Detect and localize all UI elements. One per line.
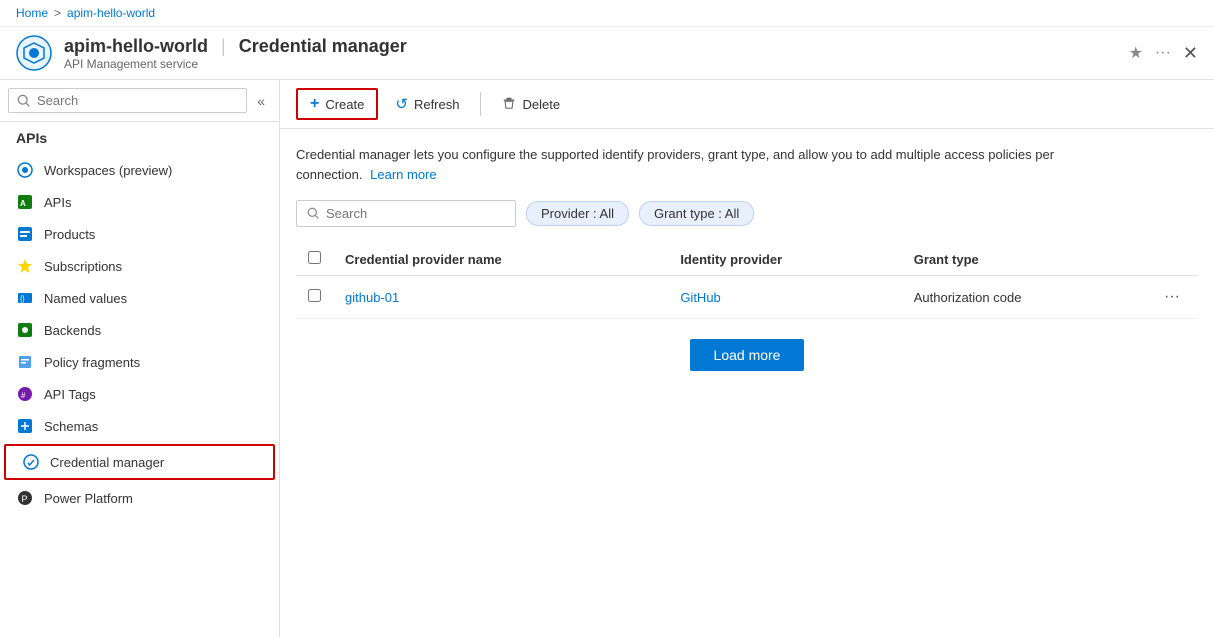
breadcrumb-separator: > [54,6,61,20]
content-body: Credential manager lets you configure th… [280,129,1214,637]
svg-text:A: A [20,199,26,208]
sidebar: « APIs Workspaces (preview) A APIs [0,80,280,637]
table-row: github-01 GitHub Authorization code ··· [296,276,1198,319]
toolbar: + Create ↺ Refresh Delete [280,80,1214,129]
svg-text:#: # [21,391,26,400]
sidebar-item-power-platform-label: Power Platform [44,491,133,506]
header-icons: ★ ··· ✕ [1129,43,1198,64]
service-logo [16,35,52,71]
backends-icon [16,321,34,339]
sidebar-item-credential-manager-label: Credential manager [50,455,164,470]
breadcrumb: Home > apim-hello-world [0,0,1214,27]
row-grant-cell: Authorization code [902,276,1146,319]
delete-label: Delete [522,97,560,112]
col-grant-header: Grant type [902,243,1146,276]
refresh-icon: ↺ [395,95,408,113]
sidebar-item-credential-manager[interactable]: Credential manager [4,444,275,480]
delete-button[interactable]: Delete [489,90,573,119]
sidebar-item-policy-fragments[interactable]: Policy fragments [0,346,279,378]
sidebar-item-subscriptions-label: Subscriptions [44,259,122,274]
sidebar-search-input[interactable] [37,93,238,108]
page-header: apim-hello-world | Credential manager AP… [0,27,1214,80]
svg-text:P: P [22,494,28,504]
sidebar-item-power-platform[interactable]: P Power Platform [0,482,279,514]
row-name-cell: github-01 [333,276,668,319]
api-tags-icon: # [16,385,34,403]
service-subtitle: API Management service [64,57,1129,71]
sidebar-item-products-label: Products [44,227,95,242]
provider-filter[interactable]: Provider : All [526,201,629,226]
close-button[interactable]: ✕ [1183,43,1198,64]
sidebar-item-workspaces[interactable]: Workspaces (preview) [0,154,279,186]
workspaces-icon [16,161,34,179]
row-menu-button[interactable]: ··· [1158,286,1186,308]
row-identity-cell: GitHub [668,276,901,319]
col-identity-header: Identity provider [668,243,901,276]
toolbar-divider [480,92,481,116]
subscriptions-icon [16,257,34,275]
learn-more-link[interactable]: Learn more [370,167,436,182]
products-icon [16,225,34,243]
filter-search-icon [307,207,320,220]
sidebar-item-named-values[interactable]: {} Named values [0,282,279,314]
sidebar-collapse-button[interactable]: « [251,89,271,113]
refresh-button[interactable]: ↺ Refresh [382,89,472,119]
breadcrumb-home[interactable]: Home [16,6,48,20]
credential-name-link[interactable]: github-01 [345,290,399,305]
star-button[interactable]: ★ [1129,43,1143,63]
sidebar-section-label: APIs [0,122,279,154]
table-select-all-header [296,243,333,276]
policy-fragments-icon [16,353,34,371]
select-all-checkbox[interactable] [308,251,321,264]
sidebar-item-workspaces-label: Workspaces (preview) [44,163,172,178]
sidebar-nav: Workspaces (preview) A APIs Products [0,154,279,637]
sidebar-item-schemas-label: Schemas [44,419,98,434]
delete-icon [502,96,516,113]
sidebar-item-policy-fragments-label: Policy fragments [44,355,140,370]
title-group: apim-hello-world | Credential manager AP… [64,36,1129,71]
row-checkbox[interactable] [308,289,321,302]
refresh-label: Refresh [414,97,460,112]
schemas-icon [16,417,34,435]
sidebar-item-schemas[interactable]: Schemas [0,410,279,442]
content-area: + Create ↺ Refresh Delete Credential man… [280,80,1214,637]
description-text: Credential manager lets you configure th… [296,145,1076,184]
col-actions-header [1146,243,1198,276]
create-label: Create [325,97,364,112]
credentials-table: Credential provider name Identity provid… [296,243,1198,319]
create-button[interactable]: + Create [296,88,378,120]
filter-search-input[interactable] [326,206,505,221]
more-button[interactable]: ··· [1155,44,1171,62]
sidebar-item-apis[interactable]: A APIs [0,186,279,218]
col-name-header: Credential provider name [333,243,668,276]
sidebar-item-backends-label: Backends [44,323,101,338]
sidebar-item-named-values-label: Named values [44,291,127,306]
apis-icon: A [16,193,34,211]
named-values-icon: {} [16,289,34,307]
sidebar-item-products[interactable]: Products [0,218,279,250]
power-platform-icon: P [16,489,34,507]
breadcrumb-current[interactable]: apim-hello-world [67,6,155,20]
svg-text:{}: {} [20,296,25,303]
filter-search-box[interactable] [296,200,516,227]
search-icon [17,94,31,108]
load-more-section: Load more [296,319,1198,391]
load-more-button[interactable]: Load more [690,339,805,371]
row-actions-cell: ··· [1146,276,1198,319]
row-checkbox-cell [296,276,333,319]
credential-manager-icon [22,453,40,471]
sidebar-item-apis-label: APIs [44,195,71,210]
sidebar-item-api-tags[interactable]: # API Tags [0,378,279,410]
sidebar-item-api-tags-label: API Tags [44,387,96,402]
filter-bar: Provider : All Grant type : All [296,200,1198,227]
grant-type-filter[interactable]: Grant type : All [639,201,754,226]
sidebar-search-box[interactable] [8,88,247,113]
sidebar-item-subscriptions[interactable]: Subscriptions [0,250,279,282]
service-name: apim-hello-world | Credential manager [64,36,1129,57]
sidebar-item-backends[interactable]: Backends [0,314,279,346]
create-icon: + [310,95,319,113]
